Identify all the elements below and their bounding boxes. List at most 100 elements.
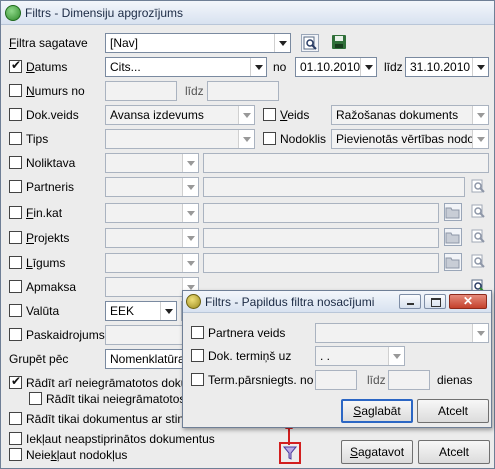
sagatavot-button[interactable]: Sagatavot — [341, 440, 413, 464]
atcelt-button[interactable]: Atcelt — [418, 440, 490, 464]
partneris-name-field — [203, 177, 465, 197]
noliktava-label: Noliktava — [26, 156, 76, 170]
ligums-search-icon[interactable] — [470, 253, 488, 271]
save-template-icon[interactable] — [331, 34, 349, 52]
title-bar: Filtrs - Dimensiju apgrozījums — [1, 1, 494, 25]
chevron-down-icon — [472, 130, 488, 148]
numurs-checkbox[interactable] — [9, 84, 22, 97]
chevron-down-icon — [388, 347, 404, 365]
partneris-label: Partneris — [26, 180, 75, 194]
datums-lidz-label: līdz — [384, 60, 403, 74]
apmaksa-label: Apmaksa — [26, 280, 77, 294]
datums-no-label: no — [273, 60, 287, 74]
chevron-down-icon — [182, 254, 198, 272]
ligums-checkbox[interactable] — [9, 256, 22, 269]
sub-title-bar: Filtrs - Papildus filtra nosacījumi — [183, 291, 491, 313]
veids-label: Veids — [280, 108, 310, 122]
dok-termins-field[interactable]: . . — [315, 346, 405, 366]
fin-kat-search-icon[interactable] — [470, 203, 488, 221]
veids-checkbox[interactable] — [263, 108, 276, 121]
projekts-name-field — [203, 228, 439, 248]
noliktava-select[interactable] — [105, 153, 199, 173]
projekts-folder-icon[interactable] — [444, 228, 462, 246]
datums-to-field[interactable]: 31.10.2010 — [405, 57, 489, 77]
chevron-down-icon — [238, 106, 254, 124]
grupet-pec-label: Grupēt pēc — [9, 352, 69, 366]
datums-period-select[interactable]: Cits... — [105, 57, 267, 77]
radit-tikai-neiegramatotos-checkbox[interactable] — [29, 392, 42, 405]
additional-filter-icon[interactable] — [282, 445, 298, 461]
apmaksa-checkbox[interactable] — [9, 280, 22, 293]
radit-tikai-stingras-checkbox[interactable] — [9, 412, 22, 425]
app-logo-icon — [5, 5, 21, 21]
numurs-to-field[interactable] — [207, 81, 279, 101]
partneris-search-icon[interactable] — [470, 178, 488, 196]
partnera-veids-label: Partnera veids — [208, 326, 286, 340]
valuta-label: Valūta — [26, 304, 60, 318]
grupet-pec-select[interactable]: Nomenklatūras — [105, 349, 185, 369]
noliktava-checkbox[interactable] — [9, 156, 22, 169]
chevron-down-icon — [182, 229, 198, 247]
fin-kat-label: Fin.kat — [26, 206, 63, 220]
template-search-icon[interactable] — [301, 34, 319, 52]
chevron-down-icon — [472, 106, 488, 124]
ligums-folder-icon[interactable] — [444, 253, 462, 271]
projekts-select[interactable] — [105, 228, 199, 248]
filtra-sagatave-label: Filtra sagatave — [9, 36, 88, 50]
dok-termins-checkbox[interactable] — [191, 349, 204, 362]
paskaidrojums-field[interactable] — [105, 325, 185, 345]
numurs-from-field[interactable] — [105, 81, 177, 101]
projekts-label: Projekts — [26, 231, 70, 245]
dok-veids-select[interactable]: Avansa izdevums — [105, 105, 255, 125]
chevron-down-icon — [182, 154, 198, 172]
tips-select[interactable] — [105, 129, 255, 149]
neieklaut-nodoklus-label: Neiekļaut nodokļus — [26, 448, 128, 462]
term-parsniegts-checkbox[interactable] — [191, 373, 204, 386]
minimize-icon[interactable] — [399, 294, 421, 309]
radit-tikai-stingras-label: Rādīt tikai dokumentus ar stingrā — [26, 412, 183, 426]
chevron-down-icon — [274, 34, 290, 52]
partnera-veids-checkbox[interactable] — [191, 326, 204, 339]
datums-checkbox[interactable] — [9, 58, 22, 73]
fin-kat-select[interactable] — [105, 203, 199, 223]
chevron-down-icon — [472, 324, 488, 342]
radit-tikai-neiegramatotos-label: Rādīt tikai neiegrāmatotos do — [46, 392, 183, 406]
paskaidrojums-checkbox[interactable] — [9, 328, 22, 341]
projekts-checkbox[interactable] — [9, 231, 22, 244]
veids-select[interactable]: Ražošanas dokuments — [331, 105, 489, 125]
maximize-icon[interactable] — [424, 294, 446, 309]
ieklaut-neapstiprinatos-checkbox[interactable] — [9, 432, 22, 445]
tips-checkbox[interactable] — [9, 132, 22, 145]
projekts-search-icon[interactable] — [470, 228, 488, 246]
ligums-select[interactable] — [105, 253, 199, 273]
nodoklis-checkbox[interactable] — [263, 132, 276, 145]
close-icon[interactable] — [449, 294, 487, 309]
radit-neiegramatotos-checkbox[interactable] — [9, 374, 22, 389]
fin-kat-folder-icon[interactable] — [444, 203, 462, 221]
dok-veids-label: Dok.veids — [26, 108, 79, 122]
partneris-select[interactable] — [105, 177, 199, 197]
valuta-checkbox[interactable] — [9, 304, 22, 317]
valuta-select[interactable]: EEK — [105, 301, 177, 321]
term-parsniegts-from-field[interactable] — [315, 370, 357, 390]
ligums-name-field — [203, 253, 439, 273]
sub-atcelt-button[interactable]: Atcelt — [417, 399, 489, 423]
term-parsniegts-to-field[interactable] — [388, 370, 430, 390]
chevron-down-icon — [250, 58, 266, 76]
radit-neiegramatotos-label: Rādīt arī neiegrāmatotos dokume — [26, 376, 183, 390]
chevron-down-icon — [360, 58, 376, 76]
filtra-sagatave-select[interactable]: [Nav] — [105, 33, 291, 53]
chevron-down-icon — [238, 130, 254, 148]
fin-kat-name-field — [203, 203, 439, 223]
partneris-checkbox[interactable] — [9, 180, 22, 193]
dok-veids-checkbox[interactable] — [9, 108, 22, 121]
nodoklis-select[interactable]: Pievienotās vērtības nodoklis — [331, 129, 489, 149]
numurs-label: Numurs no — [26, 84, 85, 98]
saglabat-button[interactable]: Saglabāt — [341, 399, 413, 423]
datums-from-field[interactable]: 01.10.2010 — [295, 57, 377, 77]
partnera-veids-select[interactable] — [315, 323, 489, 343]
fin-kat-checkbox[interactable] — [9, 206, 22, 219]
datums-label: Datums — [26, 60, 68, 74]
neieklaut-nodoklus-checkbox[interactable] — [9, 448, 22, 461]
term-parsniegts-unit-label: dienas — [437, 373, 473, 387]
